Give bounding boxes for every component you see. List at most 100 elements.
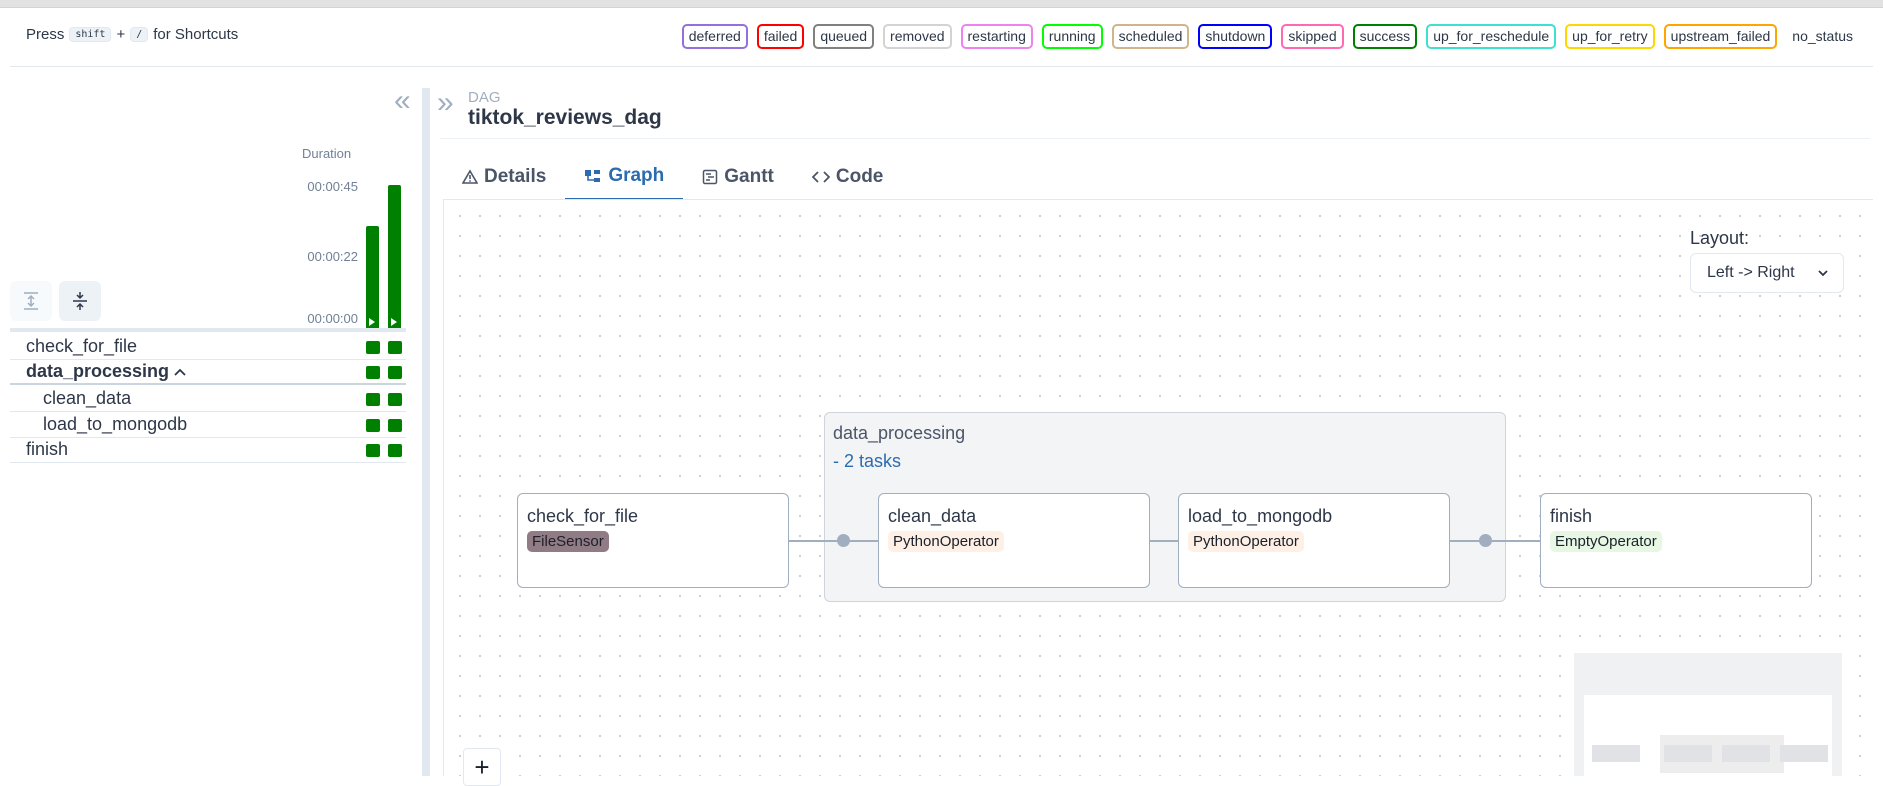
dag-title: tiktok_reviews_dag (468, 106, 662, 129)
grid-header-line (10, 328, 406, 332)
duration-label: Duration (302, 146, 352, 161)
graph-node-load-to-mongodb[interactable]: load_to_mongodb PythonOperator (1178, 493, 1450, 588)
task-row-data-processing[interactable]: data_processing (10, 359, 406, 385)
minimap-node (1664, 745, 1712, 762)
task-name: check_for_file (26, 336, 406, 357)
layout-select-value: Left -> Right (1707, 264, 1795, 281)
shortcut-plus: + (116, 26, 126, 43)
duration-tick-mid: 00:00:22 (307, 249, 358, 264)
legend-no-status[interactable]: no_status (1786, 26, 1853, 47)
task-instance-square[interactable] (366, 341, 380, 354)
edge-group-to-clean (825, 540, 878, 542)
task-row-finish[interactable]: finish (10, 437, 406, 463)
legend-running[interactable]: running (1041, 24, 1103, 49)
shortcut-hint: Press shift + / for Shortcuts (26, 26, 238, 43)
legend-up-for-reschedule[interactable]: up_for_reschedule (1426, 24, 1557, 49)
state-legend: deferred failed queued removed restarting run… (681, 24, 1853, 49)
legend-up-for-retry[interactable]: up_for_retry (1565, 24, 1655, 49)
operator-badge: FileSensor (527, 531, 609, 552)
edge-check-to-group (789, 540, 825, 542)
layout-label: Layout: (1690, 228, 1750, 248)
operator-badge: PythonOperator (1188, 531, 1304, 552)
dag-run-bar[interactable] (388, 185, 401, 328)
shift-key: shift (69, 27, 112, 42)
legend-skipped[interactable]: skipped (1281, 24, 1344, 49)
operator-badge: PythonOperator (888, 531, 1004, 552)
play-icon (369, 318, 375, 326)
task-name-text: finish (26, 439, 69, 459)
tab-code[interactable]: Code (793, 154, 903, 200)
legend-scheduled[interactable]: scheduled (1111, 24, 1190, 49)
tab-details-label: Details (484, 166, 547, 187)
legend-failed[interactable]: failed (756, 24, 805, 49)
warning-triangle-icon (462, 169, 478, 184)
task-group-count[interactable]: - 2 tasks (833, 451, 901, 472)
chevron-up-icon[interactable] (173, 367, 187, 377)
slash-key: / (130, 27, 149, 42)
duration-tick-zero: 00:00:00 (307, 311, 358, 326)
expand-details-icon[interactable]: » (437, 88, 454, 118)
group-exit-node (1479, 534, 1492, 547)
minimap-node (1592, 745, 1640, 762)
operator-badge: EmptyOperator (1550, 531, 1662, 552)
top-bar (0, 0, 1883, 8)
task-instance-square[interactable] (388, 366, 402, 379)
dag-run-bar[interactable] (366, 226, 379, 328)
collapse-all-icon (73, 292, 87, 310)
task-instance-square[interactable] (366, 393, 380, 406)
node-name: load_to_mongodb (1188, 506, 1333, 526)
tab-details[interactable]: Details (443, 154, 565, 200)
shortcut-press-text: Press (26, 26, 65, 43)
panel-resize-handle[interactable] (422, 88, 430, 776)
task-name: finish (26, 439, 406, 460)
graph-node-finish[interactable]: finish EmptyOperator (1540, 493, 1812, 588)
edge-group-to-finish (1506, 540, 1540, 542)
minimap-viewport (1584, 695, 1832, 776)
legend-shutdown[interactable]: shutdown (1198, 24, 1273, 49)
collapse-all-button[interactable] (59, 281, 101, 321)
group-entry-node (837, 534, 850, 547)
task-row-load-to-mongodb[interactable]: load_to_mongodb (10, 412, 406, 438)
zoom-in-icon: + (474, 751, 490, 782)
task-instance-square[interactable] (366, 419, 380, 432)
legend-upstream-failed[interactable]: upstream_failed (1663, 24, 1778, 49)
tab-graph-label: Graph (608, 165, 665, 186)
legend-deferred[interactable]: deferred (681, 24, 748, 49)
zoom-in-button[interactable]: + (463, 748, 501, 786)
graph-node-clean-data[interactable]: clean_data PythonOperator (878, 493, 1150, 588)
tab-gantt[interactable]: Gantt (683, 154, 793, 200)
task-instance-square[interactable] (388, 444, 402, 457)
layout-select[interactable]: Left -> Right (1690, 253, 1844, 293)
dag-label: DAG (468, 89, 501, 106)
edge-clean-to-load (1150, 540, 1178, 542)
graph-node-check-for-file[interactable]: check_for_file FileSensor (517, 493, 789, 588)
duration-tick-max: 00:00:45 (307, 179, 358, 194)
minimap-node (1780, 745, 1828, 762)
header-divider (10, 66, 1873, 67)
task-instance-square[interactable] (366, 366, 380, 379)
node-name: check_for_file (527, 506, 639, 526)
task-name-text: clean_data (43, 388, 132, 408)
collapse-grid-icon[interactable]: « (394, 86, 411, 116)
task-row-check-for-file[interactable]: check_for_file (10, 334, 406, 360)
edge-load-to-group-end (1450, 540, 1506, 542)
expand-all-button[interactable] (10, 281, 52, 321)
tab-graph[interactable]: Graph (565, 154, 684, 200)
legend-restarting[interactable]: restarting (960, 24, 1033, 49)
legend-queued[interactable]: queued (813, 24, 875, 49)
legend-success[interactable]: success (1352, 24, 1418, 49)
legend-removed[interactable]: removed (883, 24, 952, 49)
task-instance-square[interactable] (388, 341, 402, 354)
task-instance-square[interactable] (388, 393, 402, 406)
task-row-clean-data[interactable]: clean_data (10, 386, 406, 412)
task-instance-square[interactable] (366, 444, 380, 457)
expand-all-icon (24, 292, 38, 310)
play-icon (391, 318, 397, 326)
graph-minimap[interactable] (1574, 653, 1842, 776)
task-instance-square[interactable] (388, 419, 402, 432)
shortcut-suffix-text: for Shortcuts (153, 26, 239, 43)
title-divider (440, 138, 1870, 139)
tab-code-label: Code (835, 166, 884, 187)
task-name-text: data_processing (26, 360, 170, 381)
gantt-icon (703, 169, 718, 185)
